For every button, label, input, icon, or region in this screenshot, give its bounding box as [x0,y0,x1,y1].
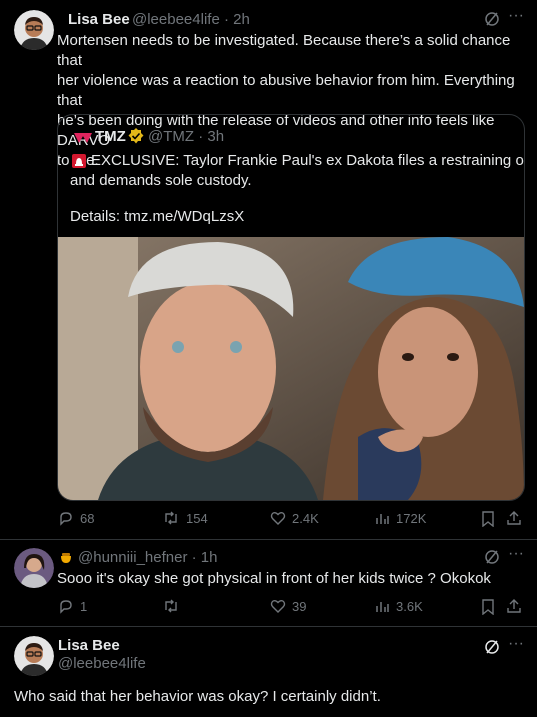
reply-button[interactable]: 1 [58,598,87,614]
author-handle[interactable]: @leebee4life [58,655,146,672]
repost-button[interactable]: 154 [162,510,208,526]
views-count: 172K [396,510,427,526]
repost-icon [165,511,177,525]
post-author-name[interactable]: Lisa Bee [68,11,130,28]
reply-avatar[interactable] [14,548,54,588]
more-options-icon[interactable]: ··· [508,635,524,653]
like-count: 2.4K [292,510,319,526]
repost-count: 154 [186,510,208,526]
views-button[interactable]: 172K [374,510,426,526]
repost-button[interactable] [162,598,186,614]
quoted-author-meta: @TMZ · 3h [148,128,225,145]
views-count: 3.6K [396,598,423,614]
reply-count: 68 [80,510,95,526]
divider [0,626,537,627]
analytics-icon [376,514,389,524]
more-options-icon[interactable]: ··· [508,545,524,563]
share-icon[interactable] [506,598,522,619]
author-avatar[interactable] [14,636,54,676]
quoted-author-name: TMZ [95,128,126,145]
views-button[interactable]: 3.6K [374,598,423,614]
grok-icon[interactable] [484,11,500,32]
quoted-text-line2: and demands sole custody. [70,172,252,189]
reply-icon [60,600,72,614]
post-author-meta[interactable]: @leebee4life · 2h [132,11,250,28]
like-button[interactable]: 2.4K [270,510,319,526]
reply-author-meta[interactable]: @hunniii_hefner · 1h [78,549,217,566]
reply-icon [60,512,72,526]
bitmoji-avatar-icon [14,636,54,676]
reply-text: Sooo it's okay she got physical in front… [57,570,491,587]
bitmoji-avatar-icon [14,10,54,50]
bookmark-icon[interactable] [481,599,495,620]
profile-photo-icon [14,548,54,588]
heart-icon [270,512,286,525]
grok-icon[interactable] [484,549,500,570]
post-text-line: Mortensen needs to be investigated. Beca… [57,32,511,69]
main-post-text: Who said that her behavior was okay? I c… [14,688,381,705]
like-count: 39 [292,598,307,614]
like-button[interactable]: 39 [270,598,306,614]
post-avatar[interactable] [14,10,54,50]
quoted-text-line1: EXCLUSIVE: Taylor Frankie Paul's ex Dako… [91,152,525,169]
heart-icon [270,600,286,613]
reply-count: 1 [80,598,88,614]
tmz-logo-icon [74,131,92,149]
verified-badge-icon [127,127,145,150]
share-icon[interactable] [506,510,522,531]
author-name[interactable]: Lisa Bee [58,637,120,654]
bookmark-icon[interactable] [481,511,495,532]
analytics-icon [376,602,389,612]
repost-icon [165,599,177,613]
grok-icon[interactable] [484,639,500,660]
honey-emoji-icon [59,550,73,569]
post-text-line: her violence was a reaction to abusive b… [57,72,515,109]
reply-button[interactable]: 68 [58,510,94,526]
quoted-media-image[interactable] [58,237,524,500]
divider [0,539,537,540]
quoted-tweet[interactable]: TMZ @TMZ · 3h EXCLUSIVE: Taylor Frankie … [57,114,525,501]
quoted-details-link[interactable]: Details: tmz.me/WDqLzsX [70,207,244,227]
more-options-icon[interactable]: ··· [508,7,524,25]
